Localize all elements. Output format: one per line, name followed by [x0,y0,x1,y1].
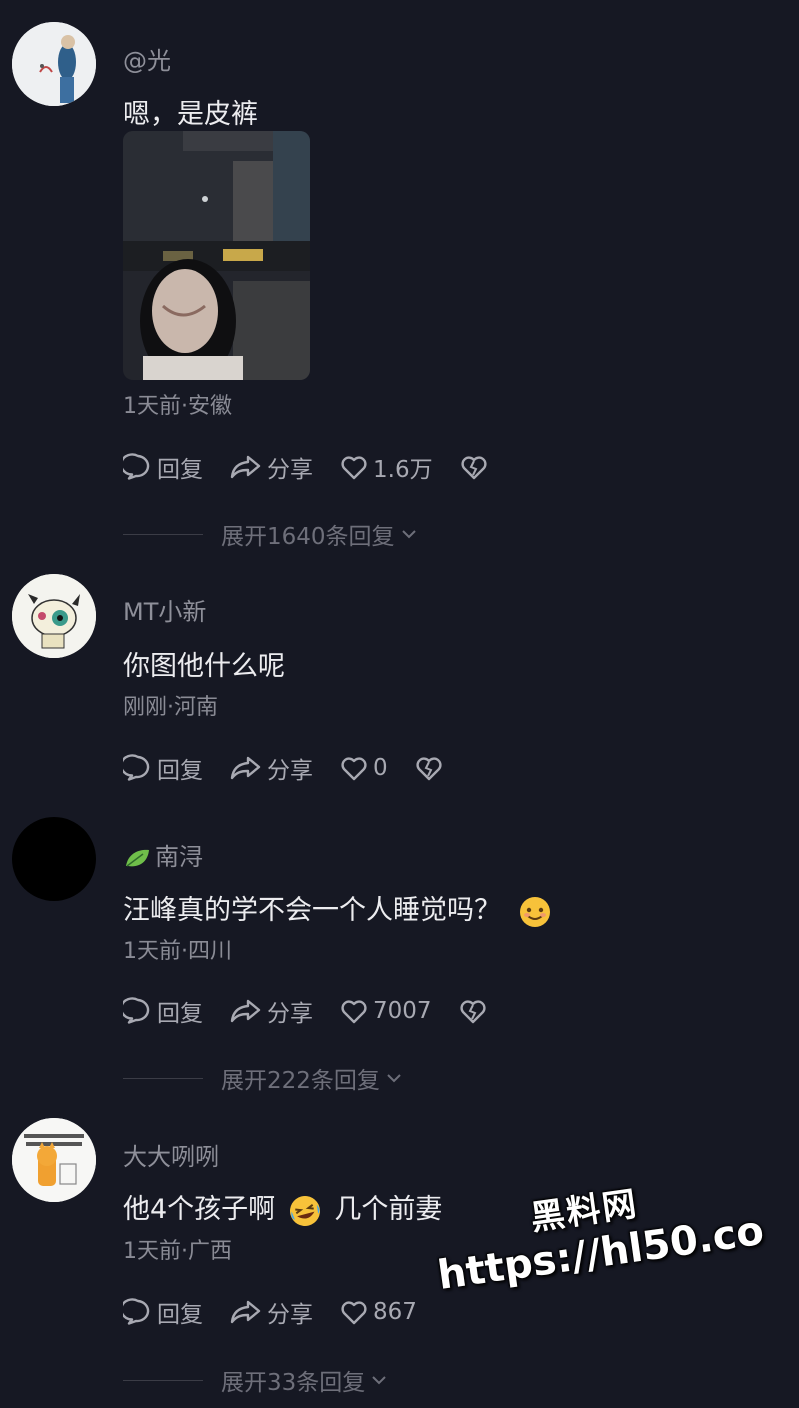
expand-replies-button[interactable]: 展开1640条回复 [123,519,417,550]
reply-label: 回复 [157,758,203,784]
share-arrow-icon [230,756,261,780]
comment-meta: 刚刚·河南 [123,695,218,720]
chevron-down-icon [401,530,416,539]
comment-text: 汪峰真的学不会一个人睡觉吗？ [123,888,552,929]
comment-actions: 回复 分享 0 [123,751,444,785]
comment-text: 你图他什么呢 [123,651,285,682]
share-label: 分享 [267,457,313,483]
dislike-button[interactable] [458,996,488,1026]
heart-icon [341,1000,367,1024]
dislike-button[interactable] [459,452,489,482]
comment-actions: 回复 分享 867 [123,1295,443,1329]
share-button[interactable]: 分享 [229,751,313,785]
chevron-down-icon [372,1376,386,1385]
broken-heart-icon [460,456,487,480]
share-arrow-icon [230,1300,261,1324]
username[interactable]: 大大咧咧 [123,1137,219,1172]
avatar[interactable] [12,574,96,658]
reply-label: 回复 [157,1302,203,1328]
comment-actions: 回复 分享 7007 [123,994,488,1028]
share-arrow-icon [230,999,261,1023]
expand-replies-label: 展开1640条回复 [221,524,395,550]
like-count: 7007 [373,998,432,1024]
reply-button[interactable]: 回复 [123,994,203,1028]
comment-text-before: 他4个孩子啊 [123,1194,276,1225]
share-button[interactable]: 分享 [229,1295,313,1329]
heart-icon [341,1301,367,1325]
reply-button[interactable]: 回复 [123,751,203,785]
username-text: 南浔 [155,843,203,871]
share-label: 分享 [267,1001,313,1027]
avatar[interactable] [12,22,96,106]
reply-button[interactable]: 回复 [123,1295,203,1329]
comment-image[interactable] [123,131,310,380]
reply-bubble-icon [123,997,150,1024]
username[interactable]: MT小新 [123,592,206,627]
share-arrow-icon [230,455,261,479]
comment-text: 他4个孩子啊 几个前妻 [123,1187,442,1228]
reply-bubble-icon [123,1298,150,1325]
reply-bubble-icon [123,453,150,480]
share-button[interactable]: 分享 [229,450,313,484]
avatar[interactable] [12,817,96,901]
like-button[interactable]: 0 [339,753,388,783]
divider-line [123,1379,203,1381]
reply-bubble-icon [123,754,150,781]
comment-text-after: 几个前妻 [334,1194,443,1225]
username[interactable]: @光 [123,41,171,76]
laughing-tears-emoji-icon [289,1195,320,1226]
heart-icon [341,757,367,781]
comment-meta: 1天前·四川 [123,939,232,964]
expand-replies-button[interactable]: 展开222条回复 [123,1063,402,1094]
expand-replies-label: 展开33条回复 [221,1370,366,1396]
chevron-down-icon [387,1074,401,1083]
like-count: 0 [373,755,388,781]
like-count: 867 [373,1299,417,1325]
heart-icon [341,456,367,480]
avatar[interactable] [12,1118,96,1202]
broken-heart-icon [459,1000,486,1024]
like-button[interactable]: 867 [339,1297,417,1327]
share-label: 分享 [267,758,313,784]
reply-label: 回复 [157,457,203,483]
divider-line [123,533,203,535]
watermark: 黑料网 https://hl50.co [428,1159,767,1299]
broken-heart-icon [416,757,442,781]
comment-meta: 1天前·广西 [123,1239,232,1264]
reply-button[interactable]: 回复 [123,450,203,484]
share-button[interactable]: 分享 [229,994,313,1028]
comment-text-content: 汪峰真的学不会一个人睡觉吗？ [123,895,501,926]
comment-actions: 回复 分享 1.6万 [123,450,489,484]
username[interactable]: 南浔 [123,837,203,872]
expand-replies-label: 展开222条回复 [221,1068,380,1094]
dislike-button[interactable] [414,753,444,783]
like-count: 1.6万 [373,457,433,483]
reply-label: 回复 [157,1001,203,1027]
comment-text: 嗯，是皮裤 [123,99,258,130]
share-label: 分享 [267,1302,313,1328]
leaf-icon [126,849,149,867]
smile-emoji-icon [519,896,550,927]
comment-meta: 1天前·安徽 [123,394,232,419]
expand-replies-button[interactable]: 展开33条回复 [123,1365,387,1396]
divider-line [123,1077,203,1079]
like-button[interactable]: 7007 [339,996,432,1026]
like-button[interactable]: 1.6万 [339,450,433,484]
